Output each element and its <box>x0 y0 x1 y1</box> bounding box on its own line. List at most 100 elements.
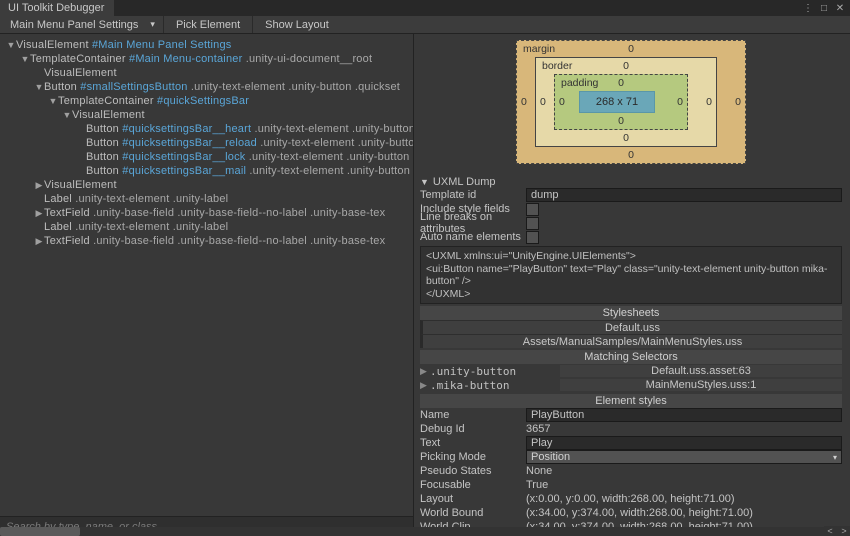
window-title: UI Toolkit Debugger <box>8 2 104 14</box>
title-bar: UI Toolkit Debugger ⋮ □ ✕ <box>0 0 850 16</box>
uxml-dump-code[interactable]: <UXML xmlns:ui="UnityEngine.UIElements">… <box>420 246 842 304</box>
chevron-down-icon: ▼ <box>420 177 429 187</box>
tree-row-label: Button #smallSettingsButton .unity-text-… <box>44 81 400 93</box>
chevron-down-icon[interactable]: ▼ <box>34 82 44 92</box>
tree-row[interactable]: ▼TemplateContainer #Main Menu-container … <box>0 52 413 66</box>
tree-row-label: VisualElement #Main Menu Panel Settings <box>16 39 232 51</box>
tree-row-label: Button #quicksettingsBar__mail .unity-te… <box>86 165 413 177</box>
tree-row[interactable]: ▼VisualElement <box>0 108 413 122</box>
matching-selectors-header: Matching Selectors <box>420 350 842 364</box>
stylesheet-item[interactable]: Assets/ManualSamples/MainMenuStyles.uss <box>420 334 842 348</box>
show-layout-button[interactable]: Show Layout <box>255 16 339 33</box>
tree-row[interactable]: •Button #quicksettingsBar__reload .unity… <box>0 136 413 150</box>
tree-row[interactable]: •Button #quicksettingsBar__heart .unity-… <box>0 122 413 136</box>
bm-padding-label: padding <box>561 77 598 89</box>
bm-border-right: 0 <box>706 96 712 108</box>
bm-padding-left: 0 <box>559 96 565 108</box>
bm-border-label: border <box>542 60 572 72</box>
tree-row[interactable]: •Button #quicksettingsBar__lock .unity-t… <box>0 150 413 164</box>
uxml-dump-foldout[interactable]: ▼ UXML Dump <box>420 176 842 188</box>
tree-row-label: Button #quicksettingsBar__lock .unity-te… <box>86 151 413 163</box>
bm-padding-top: 0 <box>618 77 624 89</box>
window-maximize-icon[interactable]: □ <box>818 2 830 14</box>
tree-row[interactable]: ▼TemplateContainer #quickSettingsBar <box>0 94 413 108</box>
panel-dropdown[interactable]: Main Menu Panel Settings ▾ <box>4 16 161 33</box>
prop-label: Debug Id <box>420 423 526 435</box>
stylesheets-header: Stylesheets <box>420 306 842 320</box>
template-id-input[interactable]: dump <box>526 188 842 202</box>
tree-row-label: Button #quicksettingsBar__heart .unity-t… <box>86 123 413 135</box>
tree-row[interactable]: ▼VisualElement #Main Menu Panel Settings <box>0 38 413 52</box>
include-style-checkbox[interactable] <box>526 203 539 216</box>
prop-value: True <box>526 479 842 491</box>
prop-dropdown[interactable]: Position▾ <box>526 450 842 464</box>
box-model: margin 0 0 0 0 border 0 0 0 0 padding <box>420 38 842 174</box>
tree-row-label: TemplateContainer #Main Menu-container .… <box>30 53 372 65</box>
tree-row-label: TextField .unity-base-field .unity-base-… <box>44 235 385 247</box>
bm-padding-bottom: 0 <box>618 115 624 127</box>
selector-source[interactable]: Default.uss.asset:63 <box>560 365 842 377</box>
tree-row[interactable]: •VisualElement <box>0 66 413 80</box>
chevron-right-icon[interactable]: ▶ <box>34 180 44 191</box>
window-tab[interactable]: UI Toolkit Debugger <box>0 0 114 16</box>
prop-input[interactable]: PlayButton <box>526 408 842 422</box>
panel-dropdown-label: Main Menu Panel Settings <box>10 19 138 31</box>
window-close-icon[interactable]: ✕ <box>834 2 846 14</box>
tree-row-label: Label .unity-text-element .unity-label <box>44 221 228 233</box>
chevron-right-icon[interactable]: ▶ <box>34 236 44 247</box>
window-menu-icon[interactable]: ⋮ <box>802 2 814 14</box>
chevron-down-icon[interactable]: ▼ <box>48 96 58 106</box>
tree-row-label: TextField .unity-base-field .unity-base-… <box>44 207 385 219</box>
tree-row[interactable]: ▶TextField .unity-base-field .unity-base… <box>0 206 413 220</box>
bm-border-top: 0 <box>623 60 629 72</box>
scroll-left-icon[interactable]: < <box>824 526 836 536</box>
tree-row[interactable]: •Label .unity-text-element .unity-label <box>0 220 413 234</box>
selector-source[interactable]: MainMenuStyles.uss:1 <box>560 379 842 391</box>
selector-name: .unity-button <box>430 365 560 378</box>
prop-label: Focusable <box>420 479 526 491</box>
chevron-down-icon[interactable]: ▼ <box>62 110 72 120</box>
chevron-right-icon[interactable]: ▶ <box>34 208 44 219</box>
prop-value: (x:0.00, y:0.00, width:268.00, height:71… <box>526 493 842 505</box>
line-breaks-checkbox[interactable] <box>526 217 539 230</box>
chevron-down-icon[interactable]: ▼ <box>6 40 16 50</box>
prop-label: Layout <box>420 493 526 505</box>
hierarchy-tree[interactable]: ▼VisualElement #Main Menu Panel Settings… <box>0 34 413 516</box>
prop-label: Text <box>420 437 526 449</box>
scrollbar-thumb[interactable] <box>0 527 80 536</box>
bm-margin-label: margin <box>523 43 555 55</box>
bm-border-left: 0 <box>540 96 546 108</box>
scroll-right-icon[interactable]: > <box>838 526 850 536</box>
pick-element-button[interactable]: Pick Element <box>166 16 250 33</box>
tree-row-label: TemplateContainer #quickSettingsBar <box>58 95 249 107</box>
tree-row-label: Label .unity-text-element .unity-label <box>44 193 228 205</box>
prop-label: Name <box>420 409 526 421</box>
tree-row-label: VisualElement <box>72 109 145 121</box>
tree-row[interactable]: ▶TextField .unity-base-field .unity-base… <box>0 234 413 248</box>
tree-row-label: VisualElement <box>44 179 117 191</box>
horizontal-scrollbar[interactable]: < > <box>0 527 850 536</box>
element-styles-header: Element styles <box>420 394 842 408</box>
auto-name-label: Auto name elements <box>420 231 526 243</box>
stylesheet-item[interactable]: Default.uss <box>420 320 842 334</box>
bm-margin-right: 0 <box>735 96 741 108</box>
prop-value: (x:34.00, y:374.00, width:268.00, height… <box>526 507 842 519</box>
bm-content-size: 268 x 71 <box>579 91 655 113</box>
bm-margin-bottom: 0 <box>628 149 634 161</box>
prop-input[interactable]: Play <box>526 436 842 450</box>
toolbar: Main Menu Panel Settings ▾ Pick Element … <box>0 16 850 34</box>
auto-name-checkbox[interactable] <box>526 231 539 244</box>
bm-padding-right: 0 <box>677 96 683 108</box>
tree-row-label: Button #quicksettingsBar__reload .unity-… <box>86 137 413 149</box>
tree-row[interactable]: ▶VisualElement <box>0 178 413 192</box>
chevron-right-icon[interactable]: ▶ <box>420 366 430 377</box>
chevron-right-icon[interactable]: ▶ <box>420 380 430 391</box>
tree-row[interactable]: •Button #quicksettingsBar__mail .unity-t… <box>0 164 413 178</box>
tree-row[interactable]: ▼Button #smallSettingsButton .unity-text… <box>0 80 413 94</box>
bm-margin-top: 0 <box>628 43 634 55</box>
prop-label: Picking Mode <box>420 451 526 463</box>
tree-row[interactable]: •Label .unity-text-element .unity-label <box>0 192 413 206</box>
tree-row-label: VisualElement <box>44 67 117 79</box>
chevron-down-icon[interactable]: ▼ <box>20 54 30 64</box>
prop-label: World Bound <box>420 507 526 519</box>
